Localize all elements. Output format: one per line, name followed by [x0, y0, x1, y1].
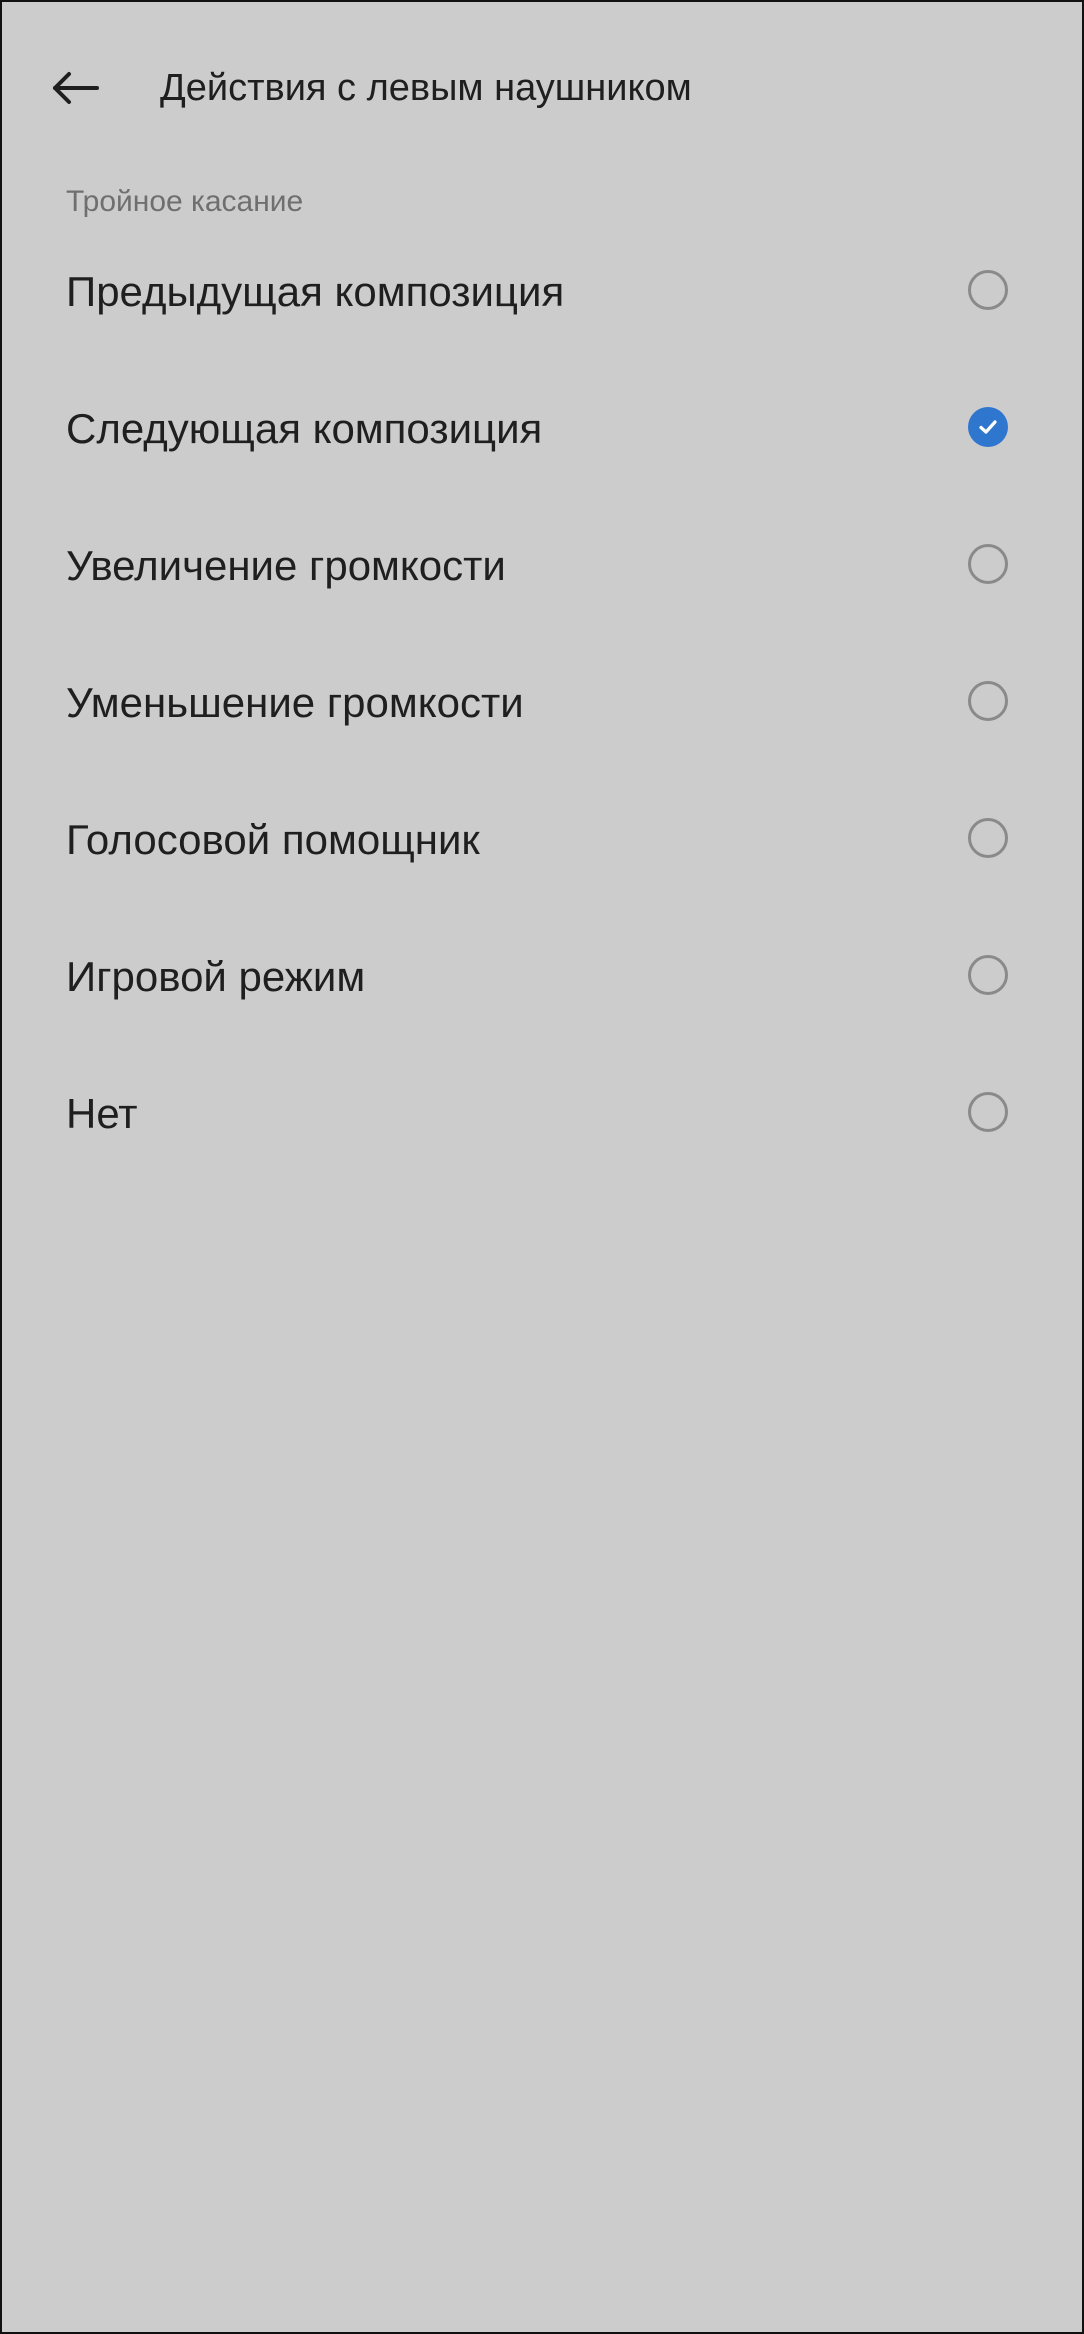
- option-volume-down[interactable]: Уменьшение громкости: [2, 633, 1082, 770]
- radio-unchecked-icon[interactable]: [968, 818, 1008, 858]
- option-voice-assistant[interactable]: Голосовой помощник: [2, 770, 1082, 907]
- radio-checked-icon[interactable]: [968, 407, 1008, 447]
- option-previous-track[interactable]: Предыдущая композиция: [2, 222, 1082, 359]
- back-button[interactable]: [44, 56, 108, 120]
- option-label: Игровой режим: [66, 953, 366, 1000]
- option-volume-up[interactable]: Увеличение громкости: [2, 496, 1082, 633]
- page-title: Действия с левым наушником: [160, 67, 692, 109]
- radio-unchecked-icon[interactable]: [968, 1092, 1008, 1132]
- radio-unchecked-icon[interactable]: [968, 544, 1008, 584]
- option-game-mode[interactable]: Игровой режим: [2, 907, 1082, 1044]
- options-list: Предыдущая композиция Следующая композиц…: [2, 222, 1082, 1181]
- option-label: Голосовой помощник: [66, 816, 480, 863]
- section-title: Тройное касание: [66, 185, 304, 218]
- option-next-track[interactable]: Следующая композиция: [2, 359, 1082, 496]
- option-label: Следующая композиция: [66, 405, 543, 452]
- option-label: Предыдущая композиция: [66, 268, 565, 315]
- option-label: Увеличение громкости: [66, 542, 506, 589]
- radio-unchecked-icon[interactable]: [968, 955, 1008, 995]
- arrow-left-icon: [53, 72, 99, 104]
- radio-unchecked-icon[interactable]: [968, 681, 1008, 721]
- option-label: Нет: [66, 1090, 138, 1137]
- checkmark-icon: [979, 420, 997, 434]
- header-bar: Действия с левым наушником: [2, 2, 1082, 178]
- settings-screen: Действия с левым наушником Тройное касан…: [0, 0, 1084, 2334]
- option-none[interactable]: Нет: [2, 1044, 1082, 1181]
- radio-unchecked-icon[interactable]: [968, 270, 1008, 310]
- option-label: Уменьшение громкости: [66, 679, 524, 726]
